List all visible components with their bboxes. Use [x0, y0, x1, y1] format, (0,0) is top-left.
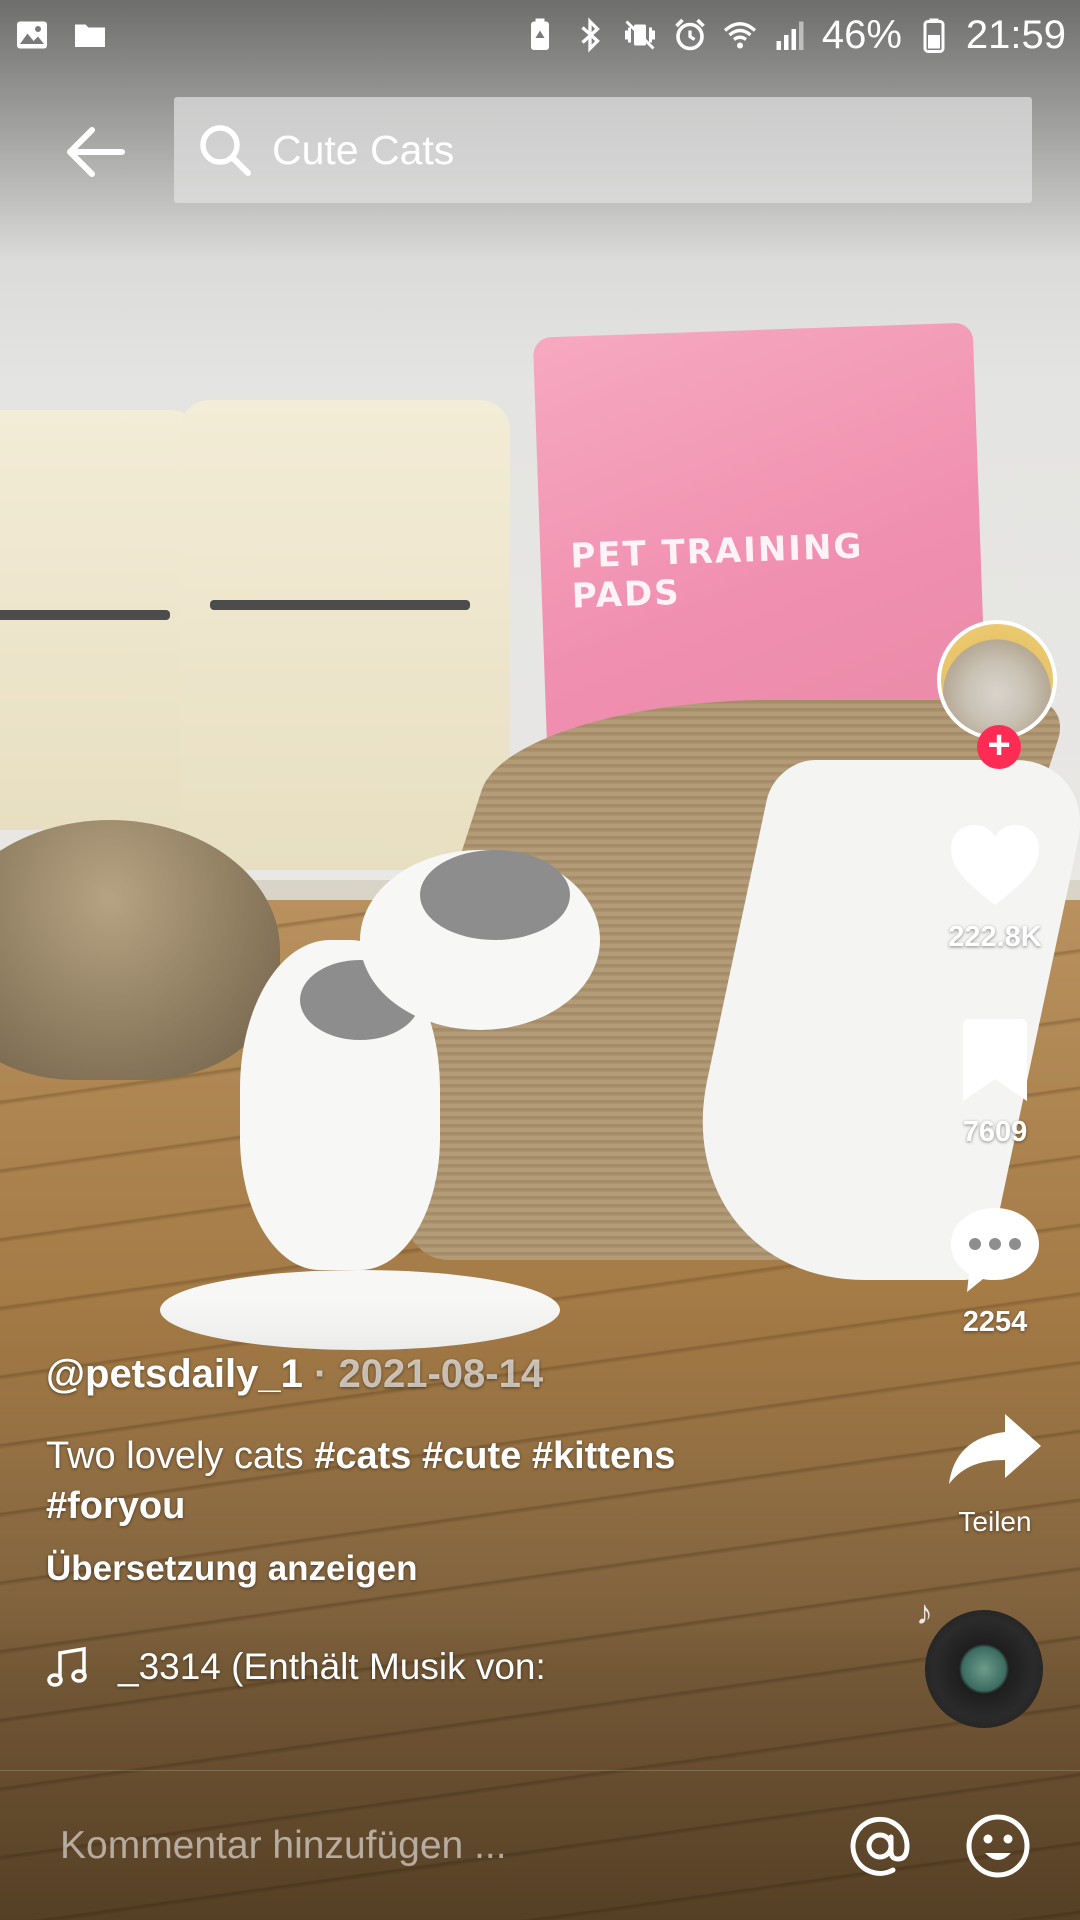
heart-icon [951, 825, 1039, 905]
share-label: Teilen [958, 1506, 1032, 1537]
floating-music-note-icon: ♪ [916, 1594, 933, 1632]
music-note-icon [47, 1646, 87, 1687]
plus-icon: + [987, 723, 1011, 767]
status-bar: 46% 21:59 [0, 0, 1080, 70]
description-text: Two lovely cats [46, 1435, 315, 1477]
search-bar[interactable]: Cute Cats [174, 97, 1032, 203]
status-time: 21:59 [965, 12, 1066, 57]
video-pet-pads-bag: PET TRAINING PADS [532, 322, 988, 758]
emoji-button[interactable] [958, 1806, 1038, 1886]
battery-saver-icon [522, 17, 558, 53]
author-avatar-container: + [937, 620, 1057, 769]
gallery-icon [14, 17, 50, 53]
author-line: @petsdaily_1 · 2021-08-14 [46, 1352, 906, 1397]
save-count: 7609 [962, 1116, 1028, 1148]
bookmark-icon [963, 1019, 1027, 1101]
alarm-icon [672, 17, 708, 53]
music-disc-button[interactable] [925, 1610, 1043, 1728]
post-description: Two lovely cats #cats #cute #kittens #for… [46, 1431, 906, 1531]
wifi-icon [722, 17, 758, 53]
favorite-button[interactable]: 7609 [925, 1010, 1065, 1149]
vibrate-mute-icon [622, 17, 658, 53]
tiktok-video-screen: PET TRAINING PADS 46% 21:59 Cute Cats + … [0, 0, 1080, 1920]
folder-icon [72, 17, 108, 53]
search-query-text: Cute Cats [272, 126, 455, 173]
post-caption: @petsdaily_1 · 2021-08-14 Two lovely cat… [46, 1352, 906, 1589]
avatar[interactable] [937, 620, 1057, 740]
date-separator: · [302, 1352, 339, 1396]
arrow-left-icon [67, 127, 125, 177]
video-litter-bag [0, 410, 200, 830]
signal-icon [772, 17, 808, 53]
follow-button[interactable]: + [977, 725, 1021, 769]
hashtag-link[interactable]: #kittens [532, 1435, 676, 1477]
share-arrow-icon [949, 1414, 1041, 1484]
show-translation-link[interactable]: Übersetzung anzeigen [46, 1549, 906, 1589]
author-username[interactable]: @petsdaily_1 [46, 1352, 303, 1396]
battery-icon [916, 17, 952, 53]
at-sign-icon [850, 1816, 910, 1876]
comment-bubble-icon [951, 1208, 1039, 1292]
emoji-icon [966, 1814, 1030, 1877]
music-info[interactable]: _3314 (Enthält Musik von: [46, 1645, 546, 1689]
search-icon [200, 125, 251, 176]
back-button[interactable] [50, 112, 140, 192]
music-title: _3314 (Enthält Musik von: [118, 1646, 546, 1687]
post-date: 2021-08-14 [338, 1352, 544, 1396]
hashtag-link[interactable]: #cute [422, 1435, 521, 1477]
comment-bar [0, 1770, 1080, 1920]
share-button[interactable]: Teilen [925, 1400, 1065, 1538]
bluetooth-icon [572, 17, 608, 53]
like-button[interactable]: 222.8K [925, 815, 1065, 954]
comment-button[interactable]: 2254 [925, 1200, 1065, 1339]
hashtag-link[interactable]: #cats [314, 1435, 411, 1477]
like-count: 222.8K [948, 921, 1042, 953]
hashtag-link[interactable]: #foryou [46, 1485, 185, 1527]
battery-percent: 46% [821, 12, 902, 57]
comment-input[interactable] [60, 1823, 840, 1868]
mention-button[interactable] [840, 1806, 920, 1886]
comment-count: 2254 [962, 1306, 1028, 1338]
